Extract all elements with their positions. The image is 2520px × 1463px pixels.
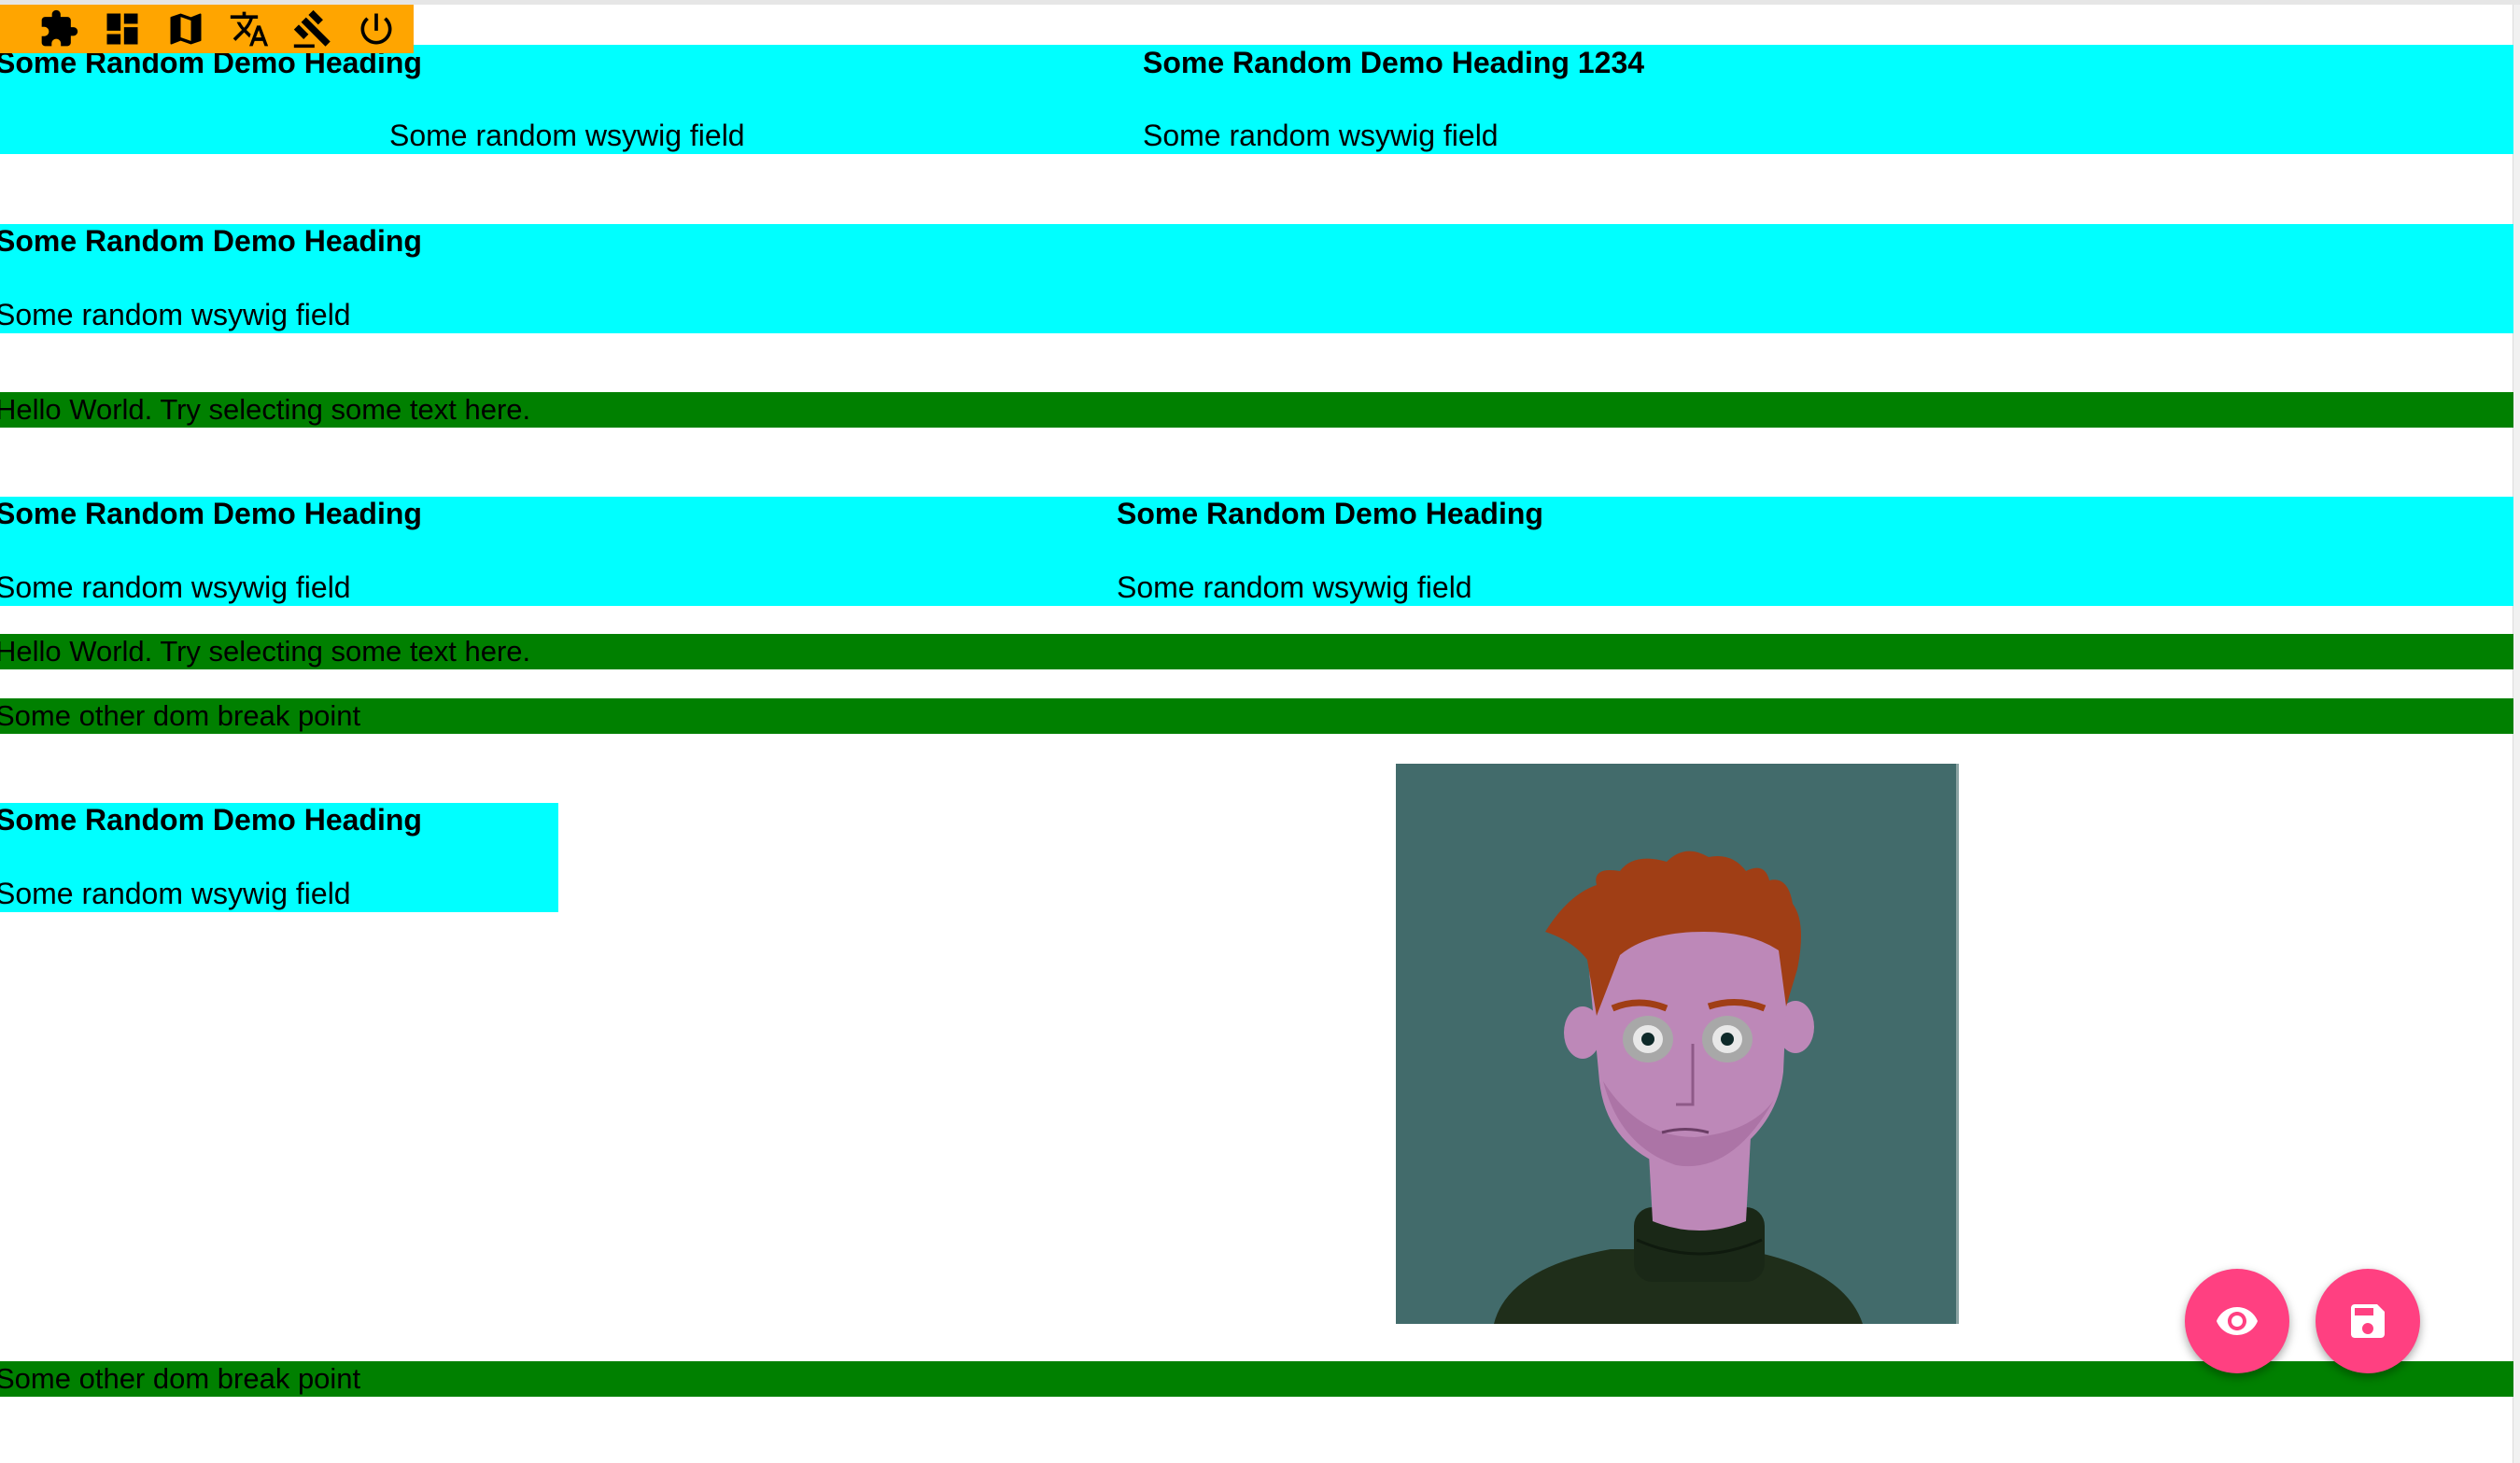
page: Some Random Demo Heading Some random wsy… [0,0,2520,1463]
block-1-col-2-heading: Some Random Demo Heading 1234 [1143,46,1645,79]
power-icon[interactable] [355,7,398,50]
block-1-col-1-field[interactable]: Some random wsywig field [389,118,745,153]
block-3-col-2-heading: Some Random Demo Heading [1117,497,1543,530]
block-1-col-2-field[interactable]: Some random wsywig field [1143,118,1499,153]
gavel-icon[interactable] [291,7,334,50]
preview-button[interactable] [2185,1269,2289,1373]
dom-break-1-text: Hello World. Try selecting some text her… [0,393,531,426]
save-icon [2351,1304,2385,1338]
vertical-scrollbar[interactable] [2513,5,2520,1463]
portrait-image [1396,764,1959,1324]
map-icon[interactable] [164,7,207,50]
block-3-col-2-field[interactable]: Some random wsywig field [1117,570,1472,605]
dom-break-2-text: Hello World. Try selecting some text her… [0,635,531,668]
dom-break-1: Hello World. Try selecting some text her… [0,392,2513,428]
save-button[interactable] [2316,1269,2420,1373]
editor-toolbar [0,5,414,53]
block-4-field[interactable]: Some random wsywig field [0,876,351,911]
dashboard-icon[interactable] [101,7,144,50]
dom-break-3: Some other dom break point [0,698,2513,734]
dom-break-2: Hello World. Try selecting some text her… [0,634,2513,669]
portrait-illustration-icon [1396,764,1956,1324]
block-3-col-1-heading: Some Random Demo Heading [0,497,422,530]
block-2-field[interactable]: Some random wsywig field [0,297,351,332]
translate-icon[interactable] [228,7,271,50]
dom-break-4: Some other dom break point [0,1361,2513,1397]
puzzle-icon[interactable] [37,7,80,50]
dom-break-3-text: Some other dom break point [0,699,361,732]
eye-icon [2217,1307,2258,1335]
block-2-heading: Some Random Demo Heading [0,224,422,258]
block-3-col-1-field[interactable]: Some random wsywig field [0,570,351,605]
block-4-heading: Some Random Demo Heading [0,803,422,837]
dom-break-4-text: Some other dom break point [0,1362,361,1395]
